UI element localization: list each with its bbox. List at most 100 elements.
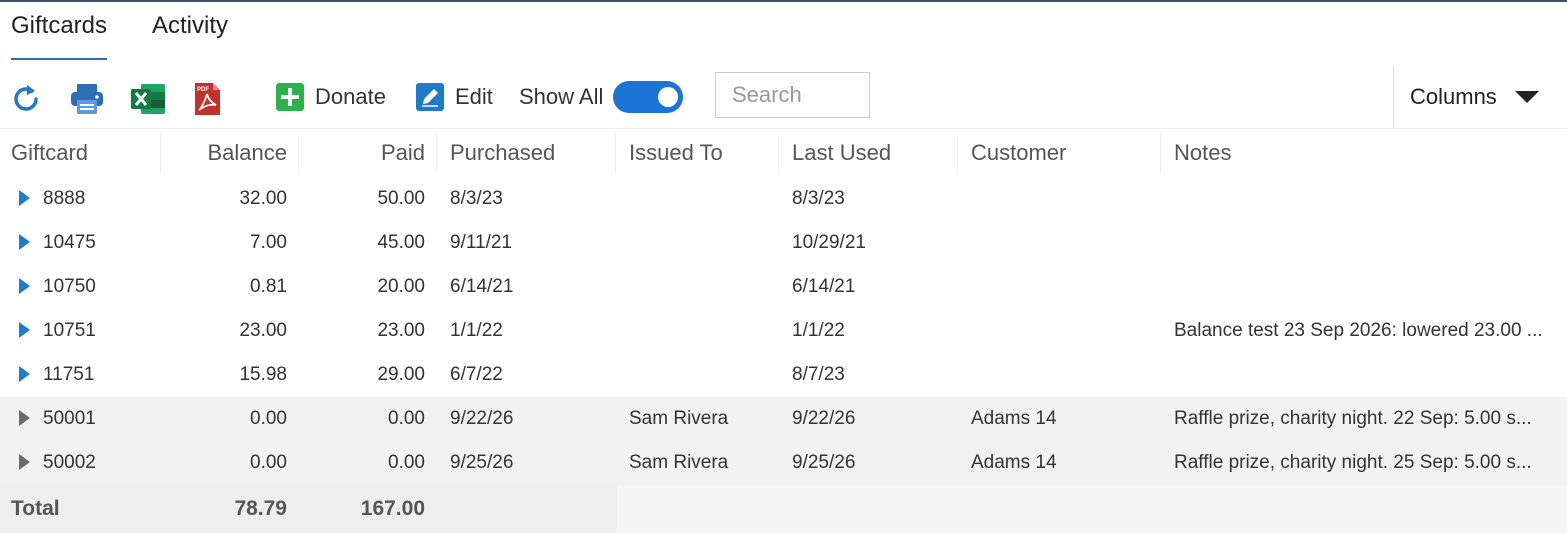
header-balance[interactable]: Balance (160, 129, 287, 177)
grid-body: 8888 32.00 50.00 8/3/23 8/3/23 10475 7.00 45.00… (0, 177, 1567, 485)
table-row[interactable]: 8888 32.00 50.00 8/3/23 8/3/23 (0, 177, 1567, 221)
table-row[interactable]: 10475 7.00 45.00 9/11/21 10/29/21 (0, 221, 1567, 265)
expand-row-icon[interactable] (19, 278, 30, 294)
expand-row-icon[interactable] (19, 366, 30, 382)
header-last-used[interactable]: Last Used (792, 129, 952, 177)
cell-paid: 45.00 (377, 232, 425, 253)
grid-header: Giftcard Balance Paid Purchased Issued T… (0, 128, 1567, 177)
printer-icon[interactable] (68, 80, 106, 118)
cell-balance: 32.00 (239, 188, 287, 209)
cell-purchased: 9/11/21 (450, 232, 512, 253)
cell-balance: 15.98 (239, 364, 287, 385)
cell-purchased: 6/14/21 (450, 276, 514, 297)
cell-balance: 23.00 (239, 320, 287, 341)
cell-customer: Adams 14 (971, 452, 1057, 473)
header-giftcard[interactable]: Giftcard (11, 129, 159, 177)
cell-last-used: 9/25/26 (792, 452, 856, 473)
cell-purchased: 1/1/22 (450, 320, 503, 341)
cell-paid: 0.00 (388, 408, 425, 429)
cell-issued-to (629, 221, 774, 265)
table-row[interactable]: 50002 0.00 0.00 9/25/26 Sam Rivera 9/25/26 Ada… (0, 441, 1567, 485)
cell-paid: 50.00 (377, 188, 425, 209)
cell-issued-to (629, 265, 774, 309)
donate-label: Donate (315, 84, 386, 109)
pencil-icon (416, 83, 444, 111)
cell-balance: 0.81 (250, 276, 287, 297)
cell-issued-to (629, 177, 774, 221)
totals-label: Total (11, 497, 60, 520)
cell-customer (971, 265, 1156, 309)
edit-label: Edit (455, 84, 493, 109)
cell-last-used: 6/14/21 (792, 276, 856, 297)
expand-row-icon[interactable] (19, 322, 30, 338)
cell-giftcard: 8888 (43, 188, 86, 209)
cell-paid: 29.00 (377, 364, 425, 385)
pdf-icon[interactable]: PDF (188, 80, 226, 118)
donate-button[interactable]: Donate (275, 80, 386, 114)
cell-purchased: 9/25/26 (450, 452, 514, 473)
cell-giftcard: 11751 (43, 364, 95, 385)
refresh-icon[interactable] (7, 80, 45, 118)
cell-notes (1174, 265, 1554, 309)
cell-giftcard: 10750 (43, 276, 96, 297)
svg-text:PDF: PDF (197, 87, 209, 93)
header-issued-to[interactable]: Issued To (629, 129, 774, 177)
cell-notes (1174, 177, 1554, 221)
expand-row-icon[interactable] (19, 410, 30, 426)
cell-issued-to (629, 309, 774, 353)
header-purchased[interactable]: Purchased (450, 129, 610, 177)
cell-purchased: 6/7/22 (450, 364, 503, 385)
cell-issued-to (629, 353, 774, 397)
cell-last-used: 1/1/22 (792, 320, 845, 341)
caret-down-icon (1515, 91, 1539, 103)
header-notes[interactable]: Notes (1174, 129, 1554, 177)
cell-last-used: 10/29/21 (792, 232, 866, 253)
cell-notes (1174, 353, 1554, 397)
cell-purchased: 8/3/23 (450, 188, 503, 209)
header-customer[interactable]: Customer (971, 129, 1156, 177)
cell-paid: 23.00 (377, 320, 425, 341)
toolbar: PDF Donate Edit Show All Columns (0, 66, 1567, 128)
cell-last-used: 8/3/23 (792, 188, 845, 209)
edit-button[interactable]: Edit (415, 80, 493, 114)
cell-customer (971, 353, 1156, 397)
cell-issued-to: Sam Rivera (629, 408, 729, 429)
cell-giftcard: 10751 (43, 320, 96, 341)
cell-paid: 0.00 (388, 452, 425, 473)
cell-customer (971, 309, 1156, 353)
cell-customer (971, 221, 1156, 265)
cell-notes: Balance test 23 Sep 2026: lowered 23.00 … (1174, 320, 1543, 341)
table-row[interactable]: 11751 15.98 29.00 6/7/22 8/7/23 (0, 353, 1567, 397)
cell-giftcard: 10475 (43, 232, 96, 253)
totals-balance: 78.79 (234, 497, 287, 520)
cell-issued-to: Sam Rivera (629, 452, 729, 473)
totals-paid: 167.00 (360, 497, 425, 520)
totals-row: Total 78.79 167.00 (0, 485, 1567, 533)
expand-row-icon[interactable] (19, 234, 30, 250)
columns-dropdown[interactable]: Columns (1393, 66, 1567, 128)
cell-giftcard: 50002 (43, 452, 96, 473)
tab-giftcards[interactable]: Giftcards (11, 12, 108, 60)
cell-last-used: 8/7/23 (792, 364, 845, 385)
columns-label: Columns (1410, 84, 1497, 109)
header-paid[interactable]: Paid (298, 129, 425, 177)
table-row[interactable]: 50001 0.00 0.00 9/22/26 Sam Rivera 9/22/26 Ada… (0, 397, 1567, 441)
table-row[interactable]: 10750 0.81 20.00 6/14/21 6/14/21 (0, 265, 1567, 309)
cell-notes: Raffle prize, charity night. 25 Sep: 5.0… (1174, 452, 1532, 473)
expand-row-icon[interactable] (19, 190, 30, 206)
cell-balance: 0.00 (250, 408, 287, 429)
expand-row-icon[interactable] (19, 454, 30, 470)
cell-notes (1174, 221, 1554, 265)
giftcard-grid: Giftcard Balance Paid Purchased Issued T… (0, 128, 1567, 533)
excel-icon[interactable] (129, 80, 167, 118)
cell-notes: Raffle prize, charity night. 22 Sep: 5.0… (1174, 408, 1532, 429)
tab-bar: Giftcards Activity (0, 2, 1567, 62)
tab-activity[interactable]: Activity (152, 12, 228, 40)
table-row[interactable]: 10751 23.00 23.00 1/1/22 1/1/22 Balance test … (0, 309, 1567, 353)
cell-balance: 7.00 (250, 232, 287, 253)
search-input[interactable] (715, 72, 870, 118)
cell-purchased: 9/22/26 (450, 408, 514, 429)
show-all-toggle[interactable] (613, 81, 684, 113)
cell-customer: Adams 14 (971, 408, 1057, 429)
cell-customer (971, 177, 1156, 221)
